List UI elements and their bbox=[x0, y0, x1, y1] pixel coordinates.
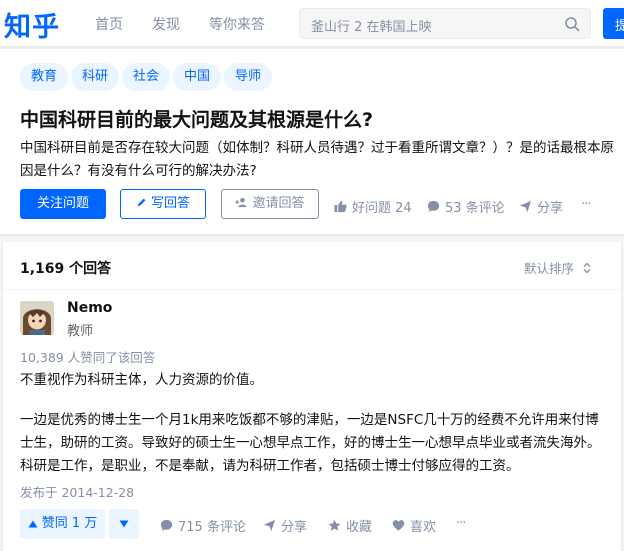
heart-icon bbox=[392, 520, 405, 531]
avatar[interactable] bbox=[20, 301, 54, 335]
top-nav: 知乎 首页 发现 等你来答 釜山行 2 在韩国上映 提问 bbox=[0, 0, 624, 46]
answer-more-button[interactable]: ··· bbox=[456, 516, 466, 531]
share-icon bbox=[263, 519, 276, 532]
like-label: 喜欢 bbox=[410, 520, 437, 535]
tag-education[interactable]: 教育 bbox=[20, 63, 69, 91]
write-answer-button[interactable]: 写回答 bbox=[120, 189, 206, 219]
answer-line: 士生，助研的工资。导致好的硕士生一心想早点工作，好的博士生一心想早点毕业或者流失… bbox=[20, 435, 601, 451]
triangle-up-icon bbox=[28, 520, 38, 528]
pencil-icon bbox=[137, 198, 146, 207]
star-icon bbox=[328, 519, 341, 531]
nav-waiting-answers[interactable]: 等你来答 bbox=[209, 14, 265, 34]
divider bbox=[3, 289, 621, 290]
vote-count-text: 10,389 人赞同了该回答 bbox=[20, 350, 156, 365]
answer-comments-label: 715 条评论 bbox=[178, 520, 246, 535]
author-name[interactable]: Nemo bbox=[67, 300, 112, 316]
thumbs-up-icon bbox=[334, 200, 347, 213]
sort-dropdown[interactable]: 默认排序 bbox=[524, 258, 592, 277]
question-description-line: 中国科研目前是否存在较大问题（如体制？科研人员待遇？过于看重所谓文章？）？是的话… bbox=[20, 140, 614, 156]
sort-toggle-icon bbox=[583, 262, 591, 273]
question-description: 中国科研目前是否存在较大问题（如体制？科研人员待遇？过于看重所谓文章？）？是的话… bbox=[20, 137, 616, 183]
comment-icon bbox=[160, 519, 173, 531]
tag-society[interactable]: 社会 bbox=[122, 63, 171, 91]
collect-button[interactable]: 收藏 bbox=[328, 516, 372, 535]
like-button[interactable]: 喜欢 bbox=[392, 516, 436, 535]
question-share-button[interactable]: 分享 bbox=[519, 197, 563, 216]
answer-comments-button[interactable]: 715 条评论 bbox=[160, 516, 246, 535]
answer-paragraph: 一边是优秀的博士生一个月1k用来吃饭都不够的津贴，一边是NSFC几十万的经费不允… bbox=[20, 409, 610, 478]
good-question-label: 好问题 24 bbox=[352, 201, 412, 216]
collect-label: 收藏 bbox=[346, 520, 373, 535]
invite-answer-label: 邀请回答 bbox=[252, 196, 305, 211]
answer-share-button[interactable]: 分享 bbox=[263, 516, 307, 535]
question-comments-label: 53 条评论 bbox=[445, 201, 505, 216]
answer-line: 科研是工作，是职业，不是奉献，请为科研工作者，包括硕士博士付够应得的工资。 bbox=[20, 458, 520, 474]
share-icon bbox=[519, 200, 532, 213]
publish-date[interactable]: 发布于 2014-12-28 bbox=[20, 482, 134, 501]
search-placeholder: 釜山行 2 在韩国上映 bbox=[311, 20, 432, 35]
comment-icon bbox=[427, 200, 440, 212]
answer-count: 1,169 个回答 bbox=[20, 261, 112, 277]
answer-paragraph: 不重视作为科研主体，人力资源的价值。 bbox=[20, 372, 263, 388]
question-description-line: 因是什么？有没有什么可行的解决办法? bbox=[20, 163, 257, 179]
vote-up-button[interactable]: 赞同 1 万 bbox=[20, 509, 105, 539]
write-answer-label: 写回答 bbox=[150, 196, 190, 211]
zhihu-logo[interactable]: 知乎 bbox=[4, 5, 60, 44]
add-user-icon bbox=[235, 197, 248, 208]
answer-share-label: 分享 bbox=[281, 520, 308, 535]
tag-advisor[interactable]: 导师 bbox=[224, 63, 273, 91]
sort-label: 默认排序 bbox=[524, 261, 575, 276]
search-input[interactable]: 釜山行 2 在韩国上映 bbox=[299, 8, 591, 39]
nav-discover[interactable]: 发现 bbox=[152, 14, 180, 34]
tag-china[interactable]: 中国 bbox=[173, 63, 222, 91]
question-more-button[interactable]: ··· bbox=[581, 197, 591, 212]
answer-line: 一边是优秀的博士生一个月1k用来吃饭都不够的津贴，一边是NSFC几十万的经费不允… bbox=[20, 412, 599, 428]
invite-answer-button[interactable]: 邀请回答 bbox=[221, 189, 319, 219]
good-question-button[interactable]: 好问题 24 bbox=[334, 197, 412, 216]
answer-list: 1,169 个回答 默认排序 Nemo 教师 10,389 人赞同了该回答 不重… bbox=[3, 242, 621, 551]
triangle-down-icon bbox=[119, 520, 129, 528]
ask-button[interactable]: 提问 bbox=[603, 8, 624, 39]
nav-home[interactable]: 首页 bbox=[95, 14, 123, 34]
question-comments-button[interactable]: 53 条评论 bbox=[427, 197, 505, 216]
author-headline: 教师 bbox=[67, 324, 94, 339]
search-icon[interactable] bbox=[564, 16, 580, 32]
vote-up-label: 赞同 1 万 bbox=[41, 516, 98, 531]
tag-research[interactable]: 科研 bbox=[71, 63, 120, 91]
vote-down-button[interactable] bbox=[109, 509, 139, 539]
avatar-image bbox=[20, 301, 54, 335]
question-share-label: 分享 bbox=[537, 201, 564, 216]
question-header: 教育 科研 社会 中国 导师 中国科研目前的最大问题及其根源是什么? 中国科研目… bbox=[0, 49, 624, 234]
follow-question-button[interactable]: 关注问题 bbox=[20, 189, 106, 219]
question-title: 中国科研目前的最大问题及其根源是什么? bbox=[20, 109, 374, 131]
